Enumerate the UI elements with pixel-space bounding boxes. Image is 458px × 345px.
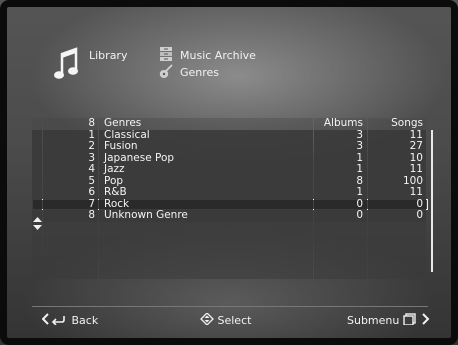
up-down-arrows-icon: [33, 217, 42, 230]
table-header: 8 Genres Albums Songs: [32, 117, 428, 130]
archive-icon: [160, 47, 172, 61]
row-marker: [32, 141, 42, 153]
row-genre-name: Japanese Pop: [99, 152, 313, 164]
submenu-label: Submenu: [347, 314, 400, 327]
row-marker: [32, 118, 42, 130]
select-button[interactable]: Select: [200, 312, 252, 327]
back-label: Back: [71, 314, 99, 327]
row-albums: 1: [314, 186, 367, 199]
table-row[interactable]: 6 R&B 1 11: [32, 186, 428, 199]
row-genre-name: Unknown Genre: [99, 209, 313, 222]
row-albums: 3: [314, 140, 367, 153]
empty-row: [32, 267, 428, 279]
row-genre-name: R&B: [99, 186, 313, 199]
row-number: 8: [43, 209, 98, 222]
row-marker: [32, 164, 42, 176]
empty-row: [32, 233, 428, 245]
submenu-icon: [403, 313, 430, 326]
table-row[interactable]: 8 Unknown Genre 0 0: [32, 209, 428, 222]
row-genre-name: Jazz: [99, 163, 313, 176]
row-songs: 0: [368, 209, 426, 222]
music-notes-icon: [54, 47, 78, 79]
row-marker: [32, 152, 42, 164]
empty-row: [32, 244, 428, 256]
row-songs: 27: [368, 140, 426, 153]
back-arrow-icon: [41, 313, 65, 326]
row-albums: 0: [314, 209, 367, 222]
header-count: 8: [43, 117, 98, 130]
row-genre-name: Fusion: [99, 140, 313, 153]
guitar-icon: [159, 64, 173, 78]
row-marker: [32, 198, 42, 210]
row-marker: [32, 187, 42, 199]
row-albums: 1: [314, 163, 367, 176]
table-row[interactable]: 2 Fusion 3 27: [32, 140, 428, 153]
row-songs: 11: [368, 186, 426, 199]
row-marker: [32, 129, 42, 141]
back-button[interactable]: Back: [41, 313, 99, 327]
row-genre-name: Pop: [99, 175, 313, 187]
header-genres: Genres: [99, 117, 313, 130]
row-marker: [32, 175, 42, 187]
row-songs: 11: [368, 163, 426, 176]
header-songs: Songs: [368, 117, 426, 130]
row-number: 2: [43, 140, 98, 153]
screen: Library Music Archive Genres 8 Genres Al…: [0, 0, 458, 345]
breadcrumb-music-archive[interactable]: Music Archive: [180, 49, 256, 62]
row-number: 6: [43, 186, 98, 199]
empty-row: [32, 256, 428, 268]
breadcrumb-genres: Genres: [180, 66, 220, 79]
footer-divider: [32, 306, 428, 307]
submenu-button[interactable]: Submenu: [347, 313, 431, 327]
genre-table: 8 Genres Albums Songs 1 Classical 3 11 2…: [32, 117, 428, 279]
table-row[interactable]: 4 Jazz 1 11: [32, 163, 428, 176]
breadcrumb-library[interactable]: Library: [89, 49, 127, 62]
select-label: Select: [217, 314, 252, 327]
select-dpad-icon: [200, 312, 214, 326]
scrollbar[interactable]: [431, 130, 433, 272]
row-number: 4: [43, 163, 98, 176]
empty-row: [32, 221, 428, 233]
header-albums: Albums: [314, 117, 367, 130]
